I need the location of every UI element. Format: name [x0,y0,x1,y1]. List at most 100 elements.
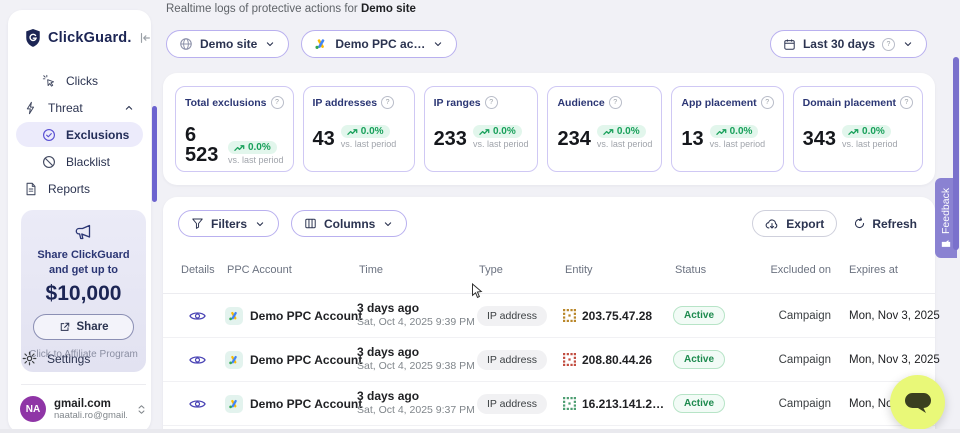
refresh-icon [853,217,866,230]
excluded-on-value: Campaign [765,354,835,366]
column-header-details[interactable]: Details [179,264,225,276]
time-absolute: Sat, Oct 4, 2025 9:37 PM [357,404,477,417]
sidebar-item-exclusions[interactable]: Exclusions [16,122,143,147]
google-ads-icon [225,351,243,369]
info-icon[interactable]: ? [609,96,622,109]
chevron-down-icon [254,218,266,230]
sidebar-item-clicks[interactable]: Clicks [16,68,143,93]
account-email: naatali.ro@gmail.com [54,410,127,421]
avatar: NA [20,396,46,422]
external-link-icon [59,321,71,333]
stat-label: Total exclusions [185,97,267,109]
ppc-account-filter-label: Demo PPC ac… [335,37,425,51]
details-eye-icon[interactable] [185,304,209,328]
date-range-dropdown[interactable]: Last 30 days ? [770,30,927,58]
stat-value: 13 [681,129,703,149]
funnel-icon [191,217,204,230]
app-window: ClickGuard. Clicks Threat Exclusions Bla… [0,0,960,433]
excluded-on-value: Campaign [765,398,835,410]
chevron-down-icon [902,38,914,50]
refresh-button[interactable]: Refresh [849,217,921,231]
stat-label: IP ranges [434,97,481,109]
table-row: Demo PPC Account 3 days ago Sat, Oct 4, … [163,382,935,426]
site-filter-dropdown[interactable]: Demo site [166,30,289,58]
chevron-down-icon [264,38,276,50]
sidebar-item-label: Reports [48,182,90,196]
info-icon[interactable]: ? [271,96,284,109]
details-eye-icon[interactable] [185,348,209,372]
stat-label: Audience [557,97,604,109]
ppc-account-name: Demo PPC Account [250,353,362,367]
table-header-row: Details PPC Account Time Type Entity Sta… [163,247,935,294]
stat-card-audience: Audience? 234 0.0% vs. last period [547,86,662,172]
scope-filters: Demo site Demo PPC ac… [166,30,457,58]
sidebar-item-label: Threat [48,101,83,115]
column-header-type[interactable]: Type [477,264,563,276]
info-icon[interactable]: ? [761,96,774,109]
sidebar: ClickGuard. Clicks Threat Exclusions Bla… [8,10,151,433]
info-icon[interactable]: ? [485,96,498,109]
column-header-entity[interactable]: Entity [563,264,673,276]
google-ads-icon [225,395,243,413]
delta-badge: 0.0% [710,125,759,138]
chat-bubble-icon [903,391,933,415]
type-badge: IP address [477,394,547,414]
export-button[interactable]: Export [752,210,837,237]
stat-value: 43 [313,129,335,149]
entity-identicon-icon [563,353,576,366]
stat-value: 6 523 [185,125,222,165]
sidebar-item-reports[interactable]: Reports [16,176,143,201]
chat-launcher-button[interactable] [890,375,945,430]
stat-card-ip-ranges: IP ranges? 233 0.0% vs. last period [424,86,539,172]
sidebar-item-settings[interactable]: Settings [22,351,90,366]
check-circle-icon [42,128,56,142]
calendar-icon [783,38,796,51]
share-button[interactable]: Share [33,314,134,340]
details-eye-icon[interactable] [185,392,209,416]
stat-value: 343 [803,129,836,149]
time-absolute: Sat, Oct 4, 2025 9:38 PM [357,360,477,373]
account-name: gmail.com [54,398,127,410]
entity-identicon-icon [563,397,576,410]
table-row: Demo PPC Account 3 days ago Sat, Oct 4, … [163,294,935,338]
info-icon[interactable]: ? [900,96,913,109]
delta-compare-label: vs. last period [710,139,766,149]
feedback-label: Feedback [940,187,952,233]
sidebar-divider [21,384,146,385]
document-icon [24,182,38,196]
time-relative: 3 days ago [357,389,477,404]
sidebar-item-blacklist[interactable]: Blacklist [16,149,143,174]
account-switcher[interactable]: NA gmail.com naatali.ro@gmail.com [20,396,148,422]
sidebar-item-threat[interactable]: Threat [16,95,143,120]
refresh-label: Refresh [872,217,917,231]
column-header-time[interactable]: Time [357,264,477,276]
page-scrollbar[interactable] [953,57,959,250]
filters-button[interactable]: Filters [178,210,279,237]
megaphone-icon [74,222,94,242]
column-header-status[interactable]: Status [673,264,765,276]
sidebar-scrollbar[interactable] [152,106,157,202]
app-name: ClickGuard. [48,30,132,46]
column-header-expires-at[interactable]: Expires at [835,264,925,276]
time-absolute: Sat, Oct 4, 2025 9:39 PM [357,316,477,329]
affiliate-promo-card[interactable]: Share ClickGuard and get up to $10,000 S… [21,210,146,372]
chevron-down-icon [382,218,394,230]
info-icon[interactable]: ? [381,96,394,109]
sidebar-item-label: Blacklist [66,155,110,169]
logo: ClickGuard. [8,10,151,62]
entity-value: 208.80.44.26 [582,353,652,367]
stat-label: Domain placement [803,97,896,109]
settings-label: Settings [47,352,90,366]
delta-compare-label: vs. last period [473,139,529,149]
sidebar-collapse-icon[interactable] [138,31,152,45]
globe-icon [179,37,193,51]
delta-badge: 0.0% [341,125,390,138]
table-row: Demo PPC Account 3 days ago Sat, Oct 4, … [163,338,935,382]
columns-button[interactable]: Columns [291,210,407,237]
column-header-ppc-account[interactable]: PPC Account [225,264,357,276]
column-header-excluded-on[interactable]: Excluded on [765,264,835,276]
filters-label: Filters [211,217,247,231]
ppc-account-filter-dropdown[interactable]: Demo PPC ac… [301,30,457,58]
status-badge: Active [673,306,725,325]
delta-badge: 0.0% [473,125,522,138]
